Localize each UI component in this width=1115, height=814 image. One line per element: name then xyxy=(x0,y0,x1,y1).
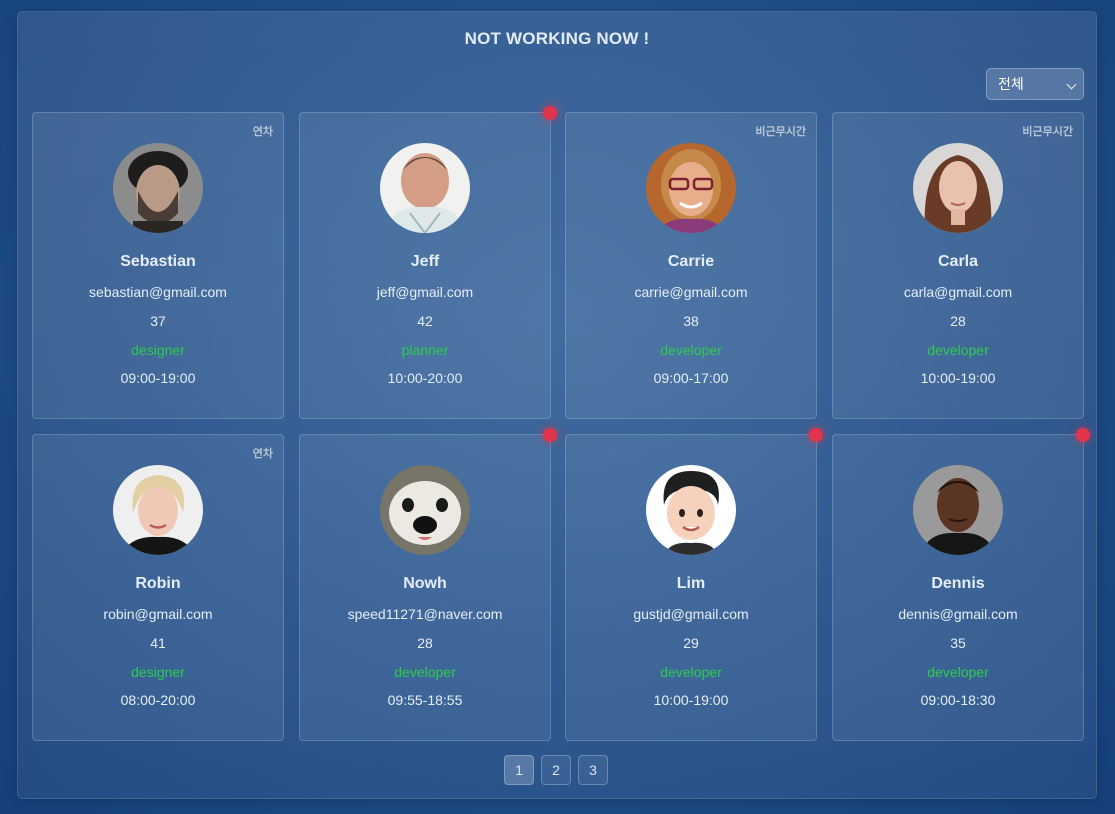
filter-selected-value: 전체 xyxy=(998,76,1024,92)
status-badge: 연차 xyxy=(252,448,273,460)
avatar xyxy=(113,465,203,555)
employee-email: jeff@gmail.com xyxy=(376,284,474,300)
employee-role: planner xyxy=(401,342,449,358)
employee-email: carla@gmail.com xyxy=(903,284,1013,300)
employee-hours: 08:00-20:00 xyxy=(120,692,196,708)
employee-role: developer xyxy=(660,342,722,358)
employee-age: 41 xyxy=(150,635,166,651)
employee-age: 42 xyxy=(417,313,433,329)
employee-age: 28 xyxy=(417,635,433,651)
employee-hours: 09:00-18:30 xyxy=(920,692,996,708)
employee-email: sebastian@gmail.com xyxy=(89,284,227,300)
avatar xyxy=(380,465,470,555)
alert-dot xyxy=(543,106,557,120)
employee-name: Carrie xyxy=(667,253,715,270)
page-button-3[interactable]: 3 xyxy=(578,755,608,785)
employee-email: dennis@gmail.com xyxy=(898,606,1018,622)
avatar xyxy=(646,465,736,555)
employee-name: Robin xyxy=(135,575,181,592)
avatar xyxy=(380,143,470,233)
employee-age: 35 xyxy=(950,635,966,651)
employee-name: Jeff xyxy=(410,253,440,270)
employee-hours: 09:00-17:00 xyxy=(653,370,729,386)
employee-email: speed11271@naver.com xyxy=(347,606,503,622)
employee-card[interactable]: 연차 Sebastian sebastian@gmail.com 37 desi… xyxy=(32,112,284,419)
employee-age: 38 xyxy=(683,313,699,329)
chevron-down-icon xyxy=(1066,79,1077,90)
employee-role: designer xyxy=(131,664,185,680)
alert-dot xyxy=(543,428,557,442)
avatar xyxy=(913,465,1003,555)
employee-hours: 10:00-19:00 xyxy=(920,370,996,386)
pagination: 1 2 3 xyxy=(504,755,608,785)
employee-name: Nowh xyxy=(403,575,447,592)
employee-age: 28 xyxy=(950,313,966,329)
employee-name: Dennis xyxy=(931,575,985,592)
avatar xyxy=(646,143,736,233)
employee-card[interactable]: Lim gustjd@gmail.com 29 developer 10:00-… xyxy=(565,428,823,741)
employee-name: Sebastian xyxy=(120,253,196,270)
filter-select[interactable]: 전체 xyxy=(986,68,1084,100)
employee-card[interactable]: Nowh speed11271@naver.com 28 developer 0… xyxy=(299,428,557,741)
employee-name: Carla xyxy=(937,253,979,270)
alert-dot xyxy=(809,428,823,442)
employee-card[interactable]: 비근무시간 Carla carla@gmail.com 28 developer… xyxy=(832,112,1084,419)
employee-role: developer xyxy=(927,664,989,680)
main-panel: NOT WORKING NOW ! 전체 연차 Sebastian sebast… xyxy=(17,11,1097,799)
employee-email: robin@gmail.com xyxy=(103,606,213,622)
employee-card[interactable]: 연차 Robin robin@gmail.com 41 designer 08:… xyxy=(32,434,284,741)
avatar xyxy=(913,143,1003,233)
employee-age: 29 xyxy=(683,635,699,651)
employee-hours: 09:55-18:55 xyxy=(387,692,463,708)
employee-card[interactable]: 비근무시간 Carrie carrie@gmail.com 38 develop… xyxy=(565,112,817,419)
employee-email: gustjd@gmail.com xyxy=(633,606,749,622)
page-button-1[interactable]: 1 xyxy=(504,755,534,785)
employee-role: developer xyxy=(660,664,722,680)
employee-name: Lim xyxy=(676,575,706,592)
employee-hours: 10:00-19:00 xyxy=(653,692,729,708)
employee-card[interactable]: Dennis dennis@gmail.com 35 developer 09:… xyxy=(832,428,1090,741)
employee-email: carrie@gmail.com xyxy=(634,284,748,300)
employee-hours: 09:00-19:00 xyxy=(120,370,196,386)
page-button-2[interactable]: 2 xyxy=(541,755,571,785)
status-badge: 비근무시간 xyxy=(755,126,806,138)
employee-role: developer xyxy=(394,664,456,680)
page-title: NOT WORKING NOW ! xyxy=(464,29,650,48)
employee-card[interactable]: Jeff jeff@gmail.com 42 planner 10:00-20:… xyxy=(299,106,557,419)
alert-dot xyxy=(1076,428,1090,442)
avatar xyxy=(113,143,203,233)
status-badge: 연차 xyxy=(252,126,273,138)
employee-hours: 10:00-20:00 xyxy=(387,370,463,386)
status-badge: 비근무시간 xyxy=(1022,126,1073,138)
employee-age: 37 xyxy=(150,313,166,329)
employee-role: designer xyxy=(131,342,185,358)
employee-role: developer xyxy=(927,342,989,358)
